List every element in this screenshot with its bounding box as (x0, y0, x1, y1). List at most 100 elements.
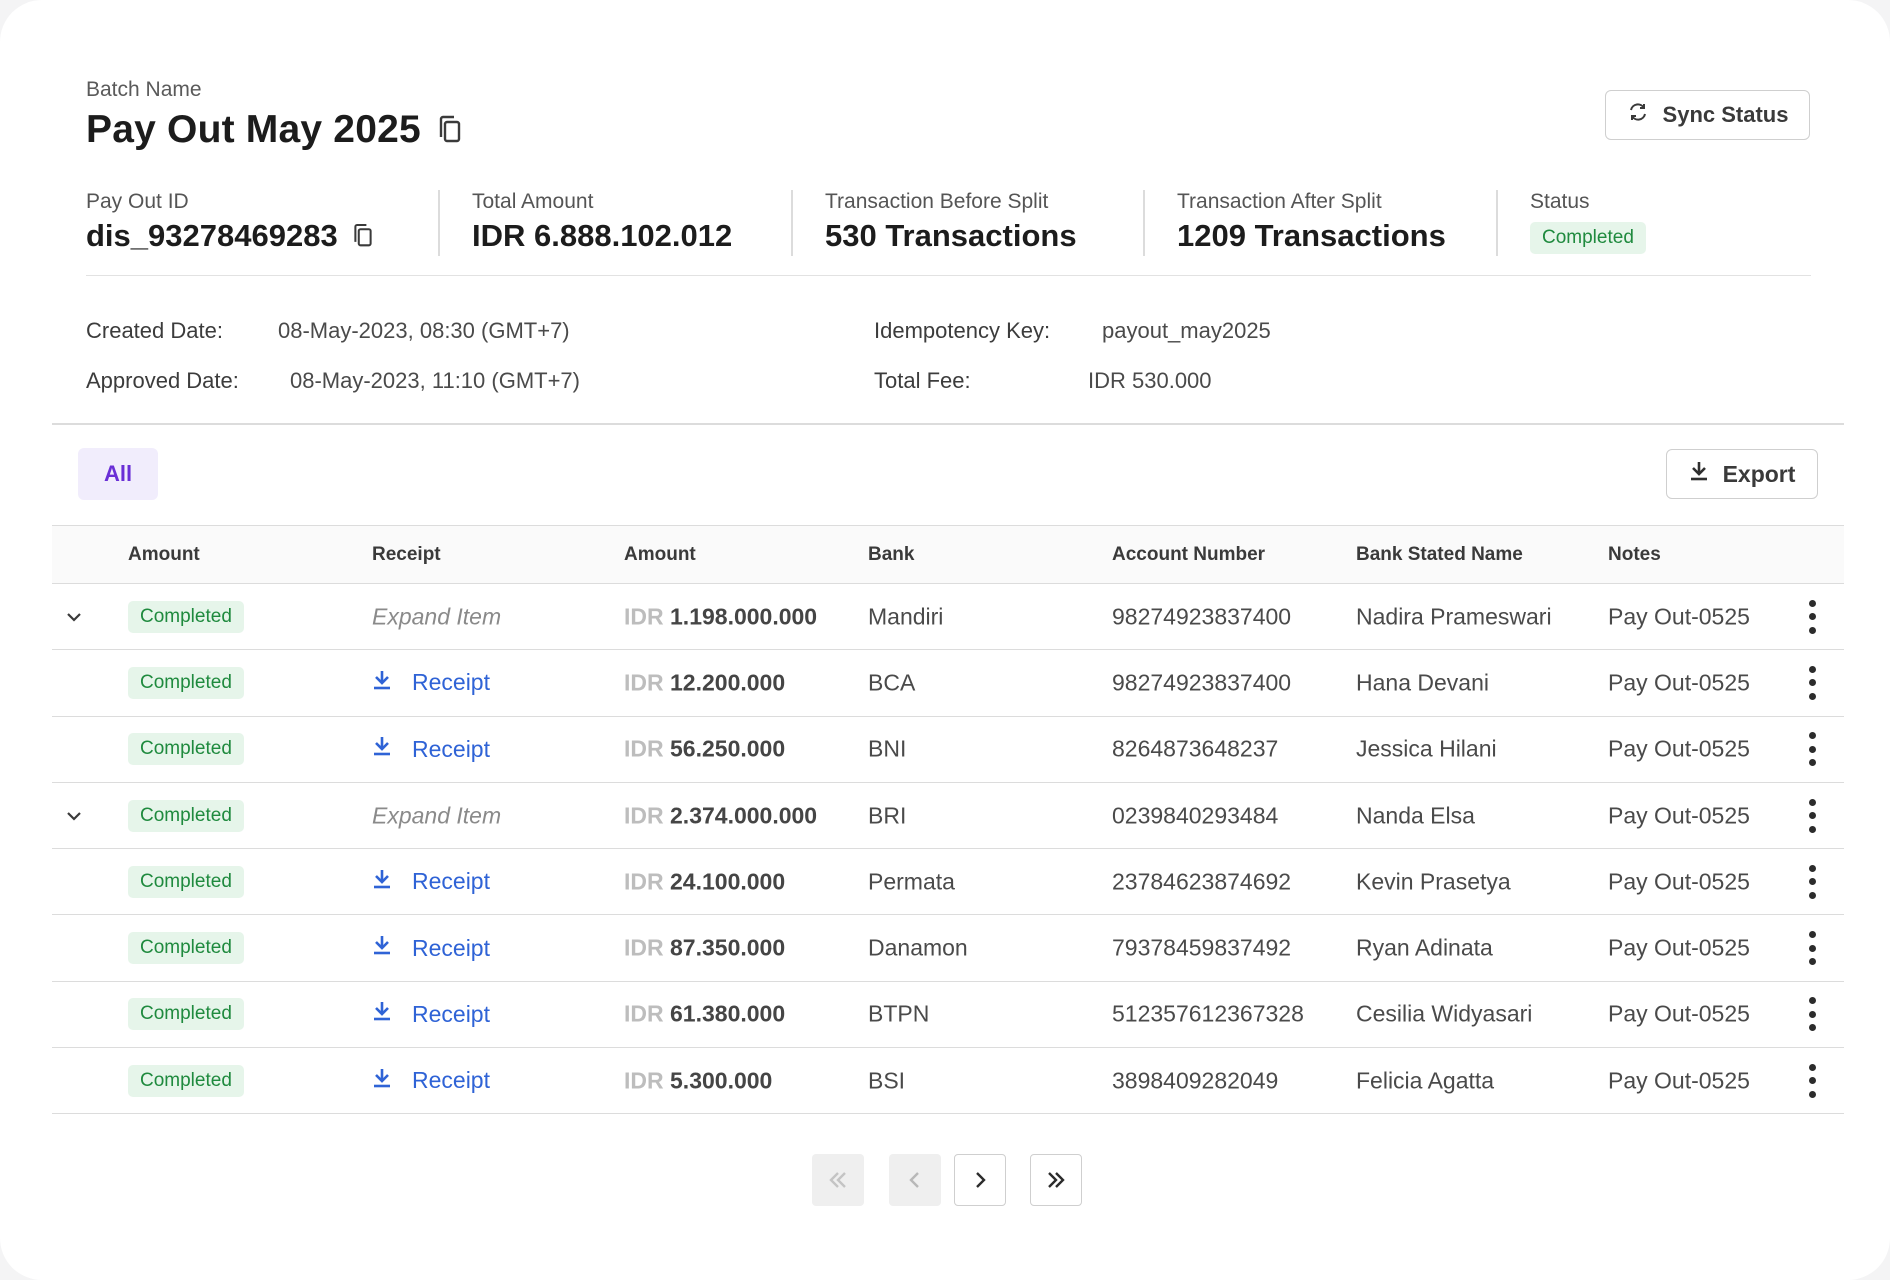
batch-title-row: Pay Out May 2025 (86, 108, 465, 152)
export-button[interactable]: Export (1666, 449, 1818, 499)
table-row[interactable]: Completed Expand Item IDR 1.198.000.000 Man… (52, 584, 1844, 651)
bank-cell: BRI (868, 802, 907, 829)
receipt-link[interactable]: Receipt (372, 1000, 490, 1028)
receipt-link[interactable]: Receipt (372, 735, 490, 763)
more-options-icon[interactable] (1800, 1063, 1824, 1098)
sync-status-button[interactable]: Sync Status (1605, 90, 1810, 140)
stat-label: Pay Out ID (86, 190, 189, 213)
bank-stated-name-cell: Kevin Prasetya (1356, 868, 1511, 895)
table-row[interactable]: Completed Receipt IDR 12.200.000 BCA 9827492… (52, 650, 1844, 717)
amount-currency: IDR (624, 603, 664, 630)
prev-page-button[interactable] (889, 1154, 941, 1206)
receipt-label: Receipt (412, 934, 490, 961)
amount-currency: IDR (624, 1000, 664, 1027)
first-page-button[interactable] (812, 1154, 864, 1206)
amount-value: 61.380.000 (670, 1000, 786, 1027)
download-icon (372, 868, 392, 896)
chevron-left-icon (909, 1172, 919, 1188)
amount-currency: IDR (624, 735, 664, 762)
bank-cell: Danamon (868, 934, 968, 961)
stat-status: Status Completed (1530, 190, 1646, 254)
status-badge: Completed (128, 600, 244, 633)
column-header-receipt[interactable]: Receipt (372, 544, 441, 566)
receipt-label: Receipt (412, 669, 490, 696)
bank-stated-name-cell: Nanda Elsa (1356, 802, 1475, 829)
table-row[interactable]: Completed Receipt IDR 5.300.000 BSI 38984092… (52, 1048, 1844, 1115)
column-header-status[interactable]: Amount (128, 544, 200, 566)
column-header-notes[interactable]: Notes (1608, 544, 1661, 566)
more-options-icon[interactable] (1800, 798, 1824, 833)
receipt-link[interactable]: Receipt (372, 868, 490, 896)
column-header-bank[interactable]: Bank (868, 544, 914, 566)
notes-cell: Pay Out-0525 (1608, 934, 1750, 961)
table-body: Completed Expand Item IDR 1.198.000.000 Man… (52, 584, 1844, 1115)
notes-cell: Pay Out-0525 (1608, 669, 1750, 696)
more-options-icon[interactable] (1800, 997, 1824, 1032)
chevron-down-icon[interactable] (60, 802, 88, 830)
download-icon (372, 735, 392, 763)
amount-value: 87.350.000 (670, 934, 786, 961)
approved-date-value: 08-May-2023, 11:10 (GMT+7) (290, 368, 580, 393)
table-row[interactable]: Completed Receipt IDR 61.380.000 BTPN 512357… (52, 982, 1844, 1049)
table-row[interactable]: Completed Receipt IDR 87.350.000 Danamon 793… (52, 915, 1844, 982)
receipt-label: Receipt (412, 735, 490, 762)
section-divider (52, 423, 1844, 425)
amount-value: 2.374.000.000 (670, 802, 818, 829)
receipt-label: Receipt (412, 1067, 490, 1094)
next-page-button[interactable] (954, 1154, 1006, 1206)
more-options-icon[interactable] (1800, 599, 1824, 634)
export-label: Export (1722, 460, 1796, 487)
column-header-amount[interactable]: Amount (624, 544, 696, 566)
more-options-icon[interactable] (1800, 931, 1824, 966)
copy-icon[interactable] (348, 221, 378, 251)
transactions-table: Amount Receipt Amount Bank Account Numbe… (52, 525, 1844, 1115)
column-header-bank-stated-name[interactable]: Bank Stated Name (1356, 544, 1523, 566)
notes-cell: Pay Out-0525 (1608, 868, 1750, 895)
amount-currency: IDR (624, 669, 664, 696)
approved-date: Approved Date: 08-May-2023, 11:10 (GMT+7… (86, 368, 580, 394)
download-icon (1689, 460, 1709, 488)
bank-stated-name-cell: Cesilia Widyasari (1356, 1000, 1533, 1027)
batch-name-label: Batch Name (86, 78, 202, 101)
more-options-icon[interactable] (1800, 864, 1824, 899)
amount-value: 1.198.000.000 (670, 603, 818, 630)
bank-cell: BNI (868, 735, 907, 762)
total-fee-label: Total Fee: (874, 368, 971, 393)
table-row[interactable]: Completed Receipt IDR 24.100.000 Permata 237… (52, 849, 1844, 916)
more-options-icon[interactable] (1800, 665, 1824, 700)
stat-divider (1496, 190, 1498, 256)
stat-payout-id: Pay Out ID dis_93278469283 (86, 190, 378, 254)
table-row[interactable]: Completed Receipt IDR 56.250.000 BNI 8264873… (52, 717, 1844, 783)
stat-label: Status (1530, 190, 1590, 213)
total-fee-value: IDR 530.000 (1088, 368, 1212, 393)
tab-all[interactable]: All (78, 448, 158, 500)
more-options-icon[interactable] (1800, 732, 1824, 767)
column-header-account-number[interactable]: Account Number (1112, 544, 1265, 566)
notes-cell: Pay Out-0525 (1608, 735, 1750, 762)
receipt-link[interactable]: Receipt (372, 934, 490, 962)
amount-cell: IDR 87.350.000 (624, 935, 785, 962)
account-number-cell: 23784623874692 (1112, 868, 1292, 895)
bank-stated-name-cell: Felicia Agatta (1356, 1067, 1495, 1094)
stat-total-amount: Total Amount IDR 6.888.102.012 (472, 190, 732, 254)
amount-currency: IDR (624, 1067, 664, 1094)
chevron-down-icon[interactable] (60, 603, 88, 631)
expand-item-link[interactable]: Expand Item (372, 802, 501, 829)
idempotency-key-value: payout_may2025 (1102, 318, 1271, 343)
table-row[interactable]: Completed Expand Item IDR 2.374.000.000 BRI… (52, 783, 1844, 850)
notes-cell: Pay Out-0525 (1608, 1000, 1750, 1027)
receipt-label: Receipt (412, 1000, 490, 1027)
account-number-cell: 0239840293484 (1112, 802, 1279, 829)
copy-icon[interactable] (435, 115, 465, 145)
last-page-button[interactable] (1030, 1154, 1082, 1206)
payout-detail-card: Batch Name Pay Out May 2025 Sync Status … (0, 0, 1890, 1280)
bank-stated-name-cell: Nadira Prameswari (1356, 603, 1552, 630)
receipt-link[interactable]: Receipt (372, 669, 490, 697)
stat-divider (438, 190, 440, 256)
receipt-link[interactable]: Receipt (372, 1067, 490, 1095)
batch-name-title: Pay Out May 2025 (86, 108, 421, 151)
sync-status-label: Sync Status (1662, 102, 1789, 127)
amount-cell: IDR 61.380.000 (624, 1001, 785, 1028)
expand-item-link[interactable]: Expand Item (372, 603, 501, 630)
double-chevron-left-icon (829, 1172, 846, 1188)
